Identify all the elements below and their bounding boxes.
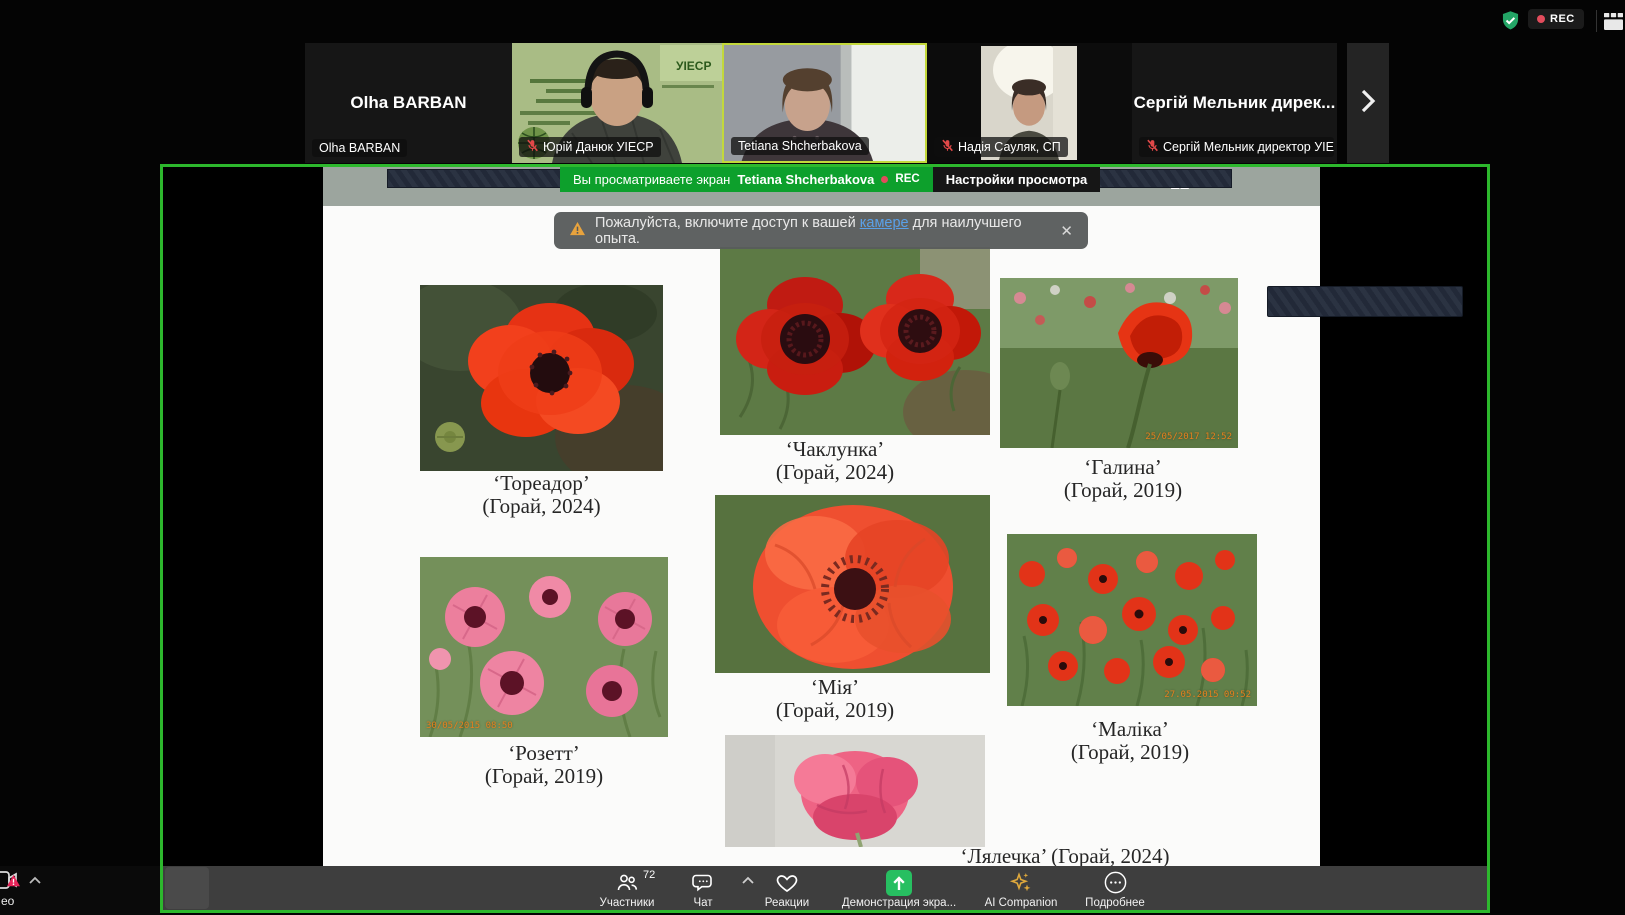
participant-display-name: Olha BARBAN	[305, 93, 512, 113]
ai-companion-button[interactable]: AI Companion	[956, 869, 1086, 909]
meeting-toolbar: 72 Участники Чат Реакции Демонстрация эк…	[163, 866, 1490, 910]
muted-mic-icon	[1146, 139, 1159, 155]
video-chevron-up-icon[interactable]	[28, 872, 42, 890]
muted-mic-icon	[941, 139, 954, 155]
participants-button[interactable]: 72 Участники	[587, 869, 667, 909]
toolbar-left-panel	[165, 867, 209, 909]
zoom-meeting-window: REC Olha BARBAN Olha BARBAN	[0, 0, 1625, 915]
photo-timestamp: 27.05.2015 09:52	[1164, 690, 1251, 700]
chevron-right-icon	[1360, 88, 1376, 119]
banner-rec-label: REC	[895, 173, 919, 185]
viewing-text: Вы просматриваете экран	[573, 172, 730, 187]
camera-access-toast: Пожалуйста, включите доступ к вашей каме…	[554, 212, 1088, 249]
presenter-name: Tetiana Shcherbakova	[737, 172, 874, 187]
participant-name-label: Olha BARBAN	[312, 139, 407, 157]
chat-button[interactable]: Чат	[671, 869, 735, 909]
photo-chaklunka	[720, 247, 990, 435]
photo-timestamp: 30/05/2015 08:50	[426, 721, 513, 731]
toast-close-button[interactable]: ✕	[1046, 222, 1073, 240]
caption-lialechka: ‘Лялечка’ (Горай, 2024)	[905, 845, 1225, 868]
caption-rozett: ‘Розетт’(Горай, 2019)	[400, 742, 688, 788]
participant-name-label: Сергій Мельник директор УІЕ...	[1139, 137, 1334, 157]
photo-galyna: 25/05/2017 12:52	[1000, 278, 1238, 448]
rec-dot-icon	[1537, 15, 1545, 23]
share-pillarbox-left	[163, 167, 323, 910]
photo-toreador	[420, 285, 663, 471]
next-participants-button[interactable]	[1347, 43, 1389, 163]
toolbar-left-edge: ео	[0, 866, 160, 915]
ellipsis-icon	[1103, 869, 1128, 896]
view-options-button[interactable]: Настройки просмотра	[933, 166, 1101, 192]
recording-indicator: REC	[1528, 9, 1584, 29]
caption-miia: ‘Мія’(Горай, 2019)	[690, 676, 980, 722]
toast-text: Пожалуйста, включите доступ к вашей каме…	[595, 215, 1037, 247]
reactions-button[interactable]: Реакции	[747, 869, 827, 909]
camera-warning-icon	[6, 874, 21, 892]
gallery-view-icon[interactable]	[1604, 13, 1623, 35]
participant-display-name: Сергій Мельник дирек...	[1132, 93, 1337, 113]
photo-rozett: 30/05/2015 08:50	[420, 557, 668, 737]
photo-lialechka	[725, 735, 985, 847]
video-button-label-partial: ео	[1, 894, 14, 908]
share-pillarbox-right	[1320, 167, 1487, 910]
caption-galyna: ‘Галина’(Горай, 2019)	[983, 456, 1263, 502]
participant-name-label: Tetiana Shcherbakova	[731, 137, 869, 155]
participant-tile-serhii[interactable]: Сергій Мельник дирек... Сергій Мельник д…	[1132, 43, 1337, 163]
photo-malika: 27.05.2015 09:52	[1007, 534, 1257, 706]
caption-toreador: ‘Тореадор’(Горай, 2024)	[400, 472, 683, 518]
more-button[interactable]: Подробнее	[1075, 869, 1155, 909]
participant-name-label: Юрій Данюк УІЕСР	[519, 137, 661, 157]
participant-tile-olha[interactable]: Olha BARBAN Olha BARBAN	[305, 43, 512, 163]
ai-sparkle-icon	[1008, 869, 1034, 896]
chat-icon	[691, 869, 716, 896]
camera-link[interactable]: камере	[860, 215, 909, 231]
heart-icon	[774, 869, 800, 896]
warning-icon	[569, 221, 586, 240]
redacted-overlay-box	[1267, 286, 1463, 317]
institute-logo-text: УІЕСР	[676, 59, 711, 73]
photo-timestamp: 25/05/2017 12:52	[1145, 432, 1232, 442]
share-screen-icon	[886, 869, 912, 896]
participant-tile-tetiana[interactable]: Tetiana Shcherbakova	[722, 43, 927, 163]
caption-chaklunka: ‘Чаклунка’(Горай, 2024)	[690, 438, 980, 484]
security-shield-icon[interactable]	[1500, 10, 1521, 36]
rec-label: REC	[1550, 13, 1575, 25]
participants-icon	[614, 869, 640, 896]
participant-tile-nadiia[interactable]: Надія Сауляк, СП	[927, 43, 1132, 163]
participants-count-badge: 72	[643, 869, 655, 881]
participant-tile-yurii[interactable]: УІЕСР Юрій Данюк УІЕСР	[512, 43, 722, 163]
photo-miia	[715, 495, 990, 673]
rec-dot-icon	[881, 176, 888, 183]
muted-mic-icon	[526, 139, 539, 155]
share-screen-button[interactable]: Демонстрация экра...	[824, 869, 974, 909]
participant-name-label: Надія Сауляк, СП	[934, 137, 1068, 157]
topbar-divider	[1596, 10, 1597, 32]
caption-malika: ‘Маліка’(Горай, 2019)	[990, 718, 1270, 764]
viewing-banner: Вы просматриваете экран Tetiana Shcherba…	[560, 166, 1100, 192]
